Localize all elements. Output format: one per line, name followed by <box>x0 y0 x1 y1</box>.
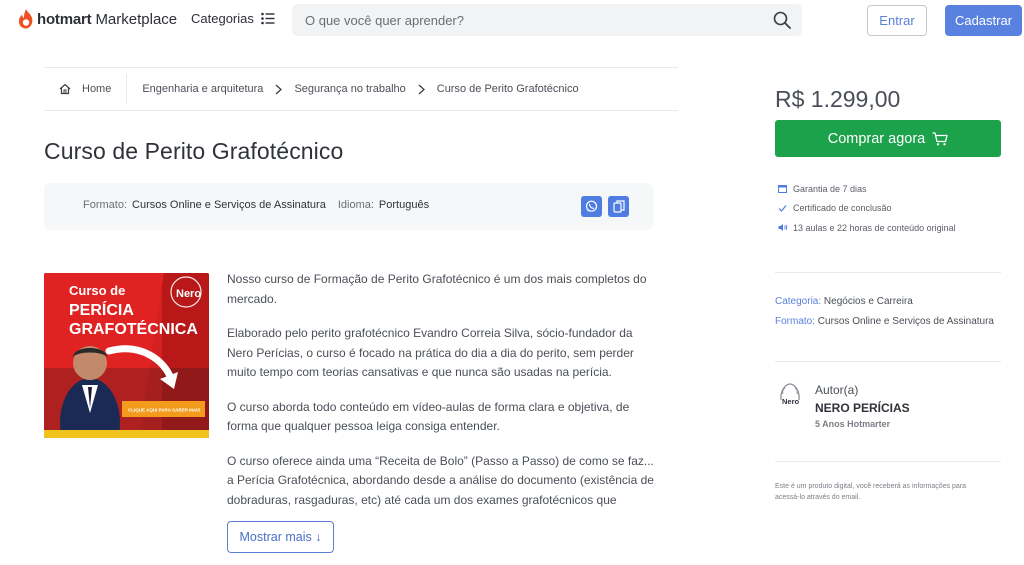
whatsapp-icon <box>585 200 598 212</box>
thumb-badge: Nero <box>176 288 201 300</box>
description-paragraph: O curso oferece ainda uma “Receita de Bo… <box>227 453 654 507</box>
volume-icon <box>778 224 788 232</box>
format-info-box: Formato: Cursos Online e Serviços de Ass… <box>44 183 653 230</box>
show-more-button[interactable]: Mostrar mais ↓ <box>227 521 334 553</box>
disclaimer: Este é um produto digital, você receberá… <box>775 483 967 501</box>
meta-category: Categoria: Negócios e Carreira <box>775 292 1001 312</box>
cart-icon <box>932 131 948 145</box>
categorias-menu[interactable]: Categorias <box>191 11 275 26</box>
format-info: Formato: Cursos Online e Serviços de Ass… <box>83 199 429 211</box>
signup-button[interactable]: Cadastrar <box>945 5 1022 36</box>
check-icon <box>778 204 787 212</box>
hotmart-logo[interactable]: hotmart Marketplace <box>18 9 177 29</box>
page-title: Curso de Perito Grafotécnico <box>44 138 344 164</box>
divider <box>775 461 1001 462</box>
home-icon <box>59 83 71 95</box>
calendar-icon <box>778 185 787 194</box>
course-thumbnail: Curso de PERÍCIA GRAFOTÉCNICA Nero CLIQU… <box>44 273 209 438</box>
description-paragraph: Nosso curso de Formação de Perito Grafot… <box>227 272 647 306</box>
description-paragraph: Elaborado pelo perito grafotécnico Evand… <box>227 326 634 379</box>
list-icon <box>261 12 275 25</box>
feature-guarantee: Garantia de 7 dias <box>778 179 956 199</box>
features-list: Garantia de 7 dias Certificado de conclu… <box>778 179 956 238</box>
login-button[interactable]: Entrar <box>867 5 927 36</box>
category-value: Negócios e Carreira <box>823 296 913 307</box>
feature-label: Certificado de conclusão <box>793 203 892 214</box>
course-description: Nosso curso de Formação de Perito Grafot… <box>227 270 655 525</box>
breadcrumb-item-current[interactable]: Curso de Perito Grafotécnico <box>437 83 579 95</box>
meta-format: Formato: Cursos Online e Serviços de Ass… <box>775 312 1001 332</box>
format-label: Formato: <box>83 199 128 211</box>
feature-certificate: Certificado de conclusão <box>778 199 956 219</box>
copy-icon <box>612 200 625 213</box>
format-value: Cursos Online e Serviços de Assinatura <box>132 199 326 211</box>
chevron-right-icon <box>418 84 425 95</box>
category-label[interactable]: Categoria: <box>775 296 821 307</box>
logo-marketplace-text: Marketplace <box>95 10 178 28</box>
feature-label: Garantia de 7 dias <box>793 183 867 194</box>
hotmart-flame-icon <box>18 9 33 29</box>
search-input[interactable] <box>292 4 762 36</box>
course-meta: Categoria: Negócios e Carreira Formato: … <box>775 292 1001 331</box>
breadcrumb-item-seguranca[interactable]: Segurança no trabalho <box>294 83 405 95</box>
breadcrumb-item-engenharia[interactable]: Engenharia e arquitetura <box>142 83 263 95</box>
language-label: Idioma: <box>337 199 374 211</box>
feature-content: 13 aulas e 22 horas de conteúdo original <box>778 218 956 238</box>
meta-format-label[interactable]: Formato: <box>775 316 815 327</box>
search-icon[interactable] <box>773 11 791 29</box>
thumb-line3: GRAFOTÉCNICA <box>69 319 198 338</box>
meta-format-value: Cursos Online e Serviços de Assinatura <box>817 315 994 327</box>
author-avatar[interactable]: Nero <box>778 382 802 410</box>
breadcrumb-home[interactable]: Home <box>44 74 128 104</box>
top-header: hotmart Marketplace Categorias Entrar Ca… <box>0 0 1024 40</box>
avatar-text: Nero <box>782 397 800 406</box>
chevron-right-icon <box>275 84 283 95</box>
divider <box>775 361 1001 362</box>
feature-label: 13 aulas e 22 horas de conteúdo original <box>793 222 956 233</box>
price: R$ 1.299,00 <box>775 86 901 112</box>
language-value: Português <box>378 199 430 211</box>
thumb-cta: CLIQUE AQUI PARA SABER MAIS <box>128 408 200 413</box>
thumb-line1: Curso de <box>69 283 125 298</box>
search-bar <box>292 4 802 36</box>
author-years: 5 Anos Hotmarter <box>815 419 891 429</box>
breadcrumb: Home Engenharia e arquitetura Segurança … <box>44 67 678 111</box>
breadcrumb-home-label: Home <box>82 83 112 95</box>
thumb-line2: PERÍCIA <box>69 300 134 319</box>
whatsapp-share-button[interactable] <box>581 196 602 217</box>
categorias-label: Categorias <box>191 11 254 26</box>
author-name[interactable]: NERO PERÍCIAS <box>815 401 910 415</box>
author-label: Autor(a) <box>815 383 859 397</box>
buy-now-button[interactable]: Comprar agora <box>775 120 1001 157</box>
divider <box>775 272 1001 273</box>
copy-link-button[interactable] <box>608 196 629 217</box>
logo-brand-text: hotmart <box>37 10 92 28</box>
description-paragraph: O curso aborda todo conteúdo em vídeo-au… <box>227 399 630 434</box>
buy-now-label: Comprar agora <box>827 130 926 147</box>
